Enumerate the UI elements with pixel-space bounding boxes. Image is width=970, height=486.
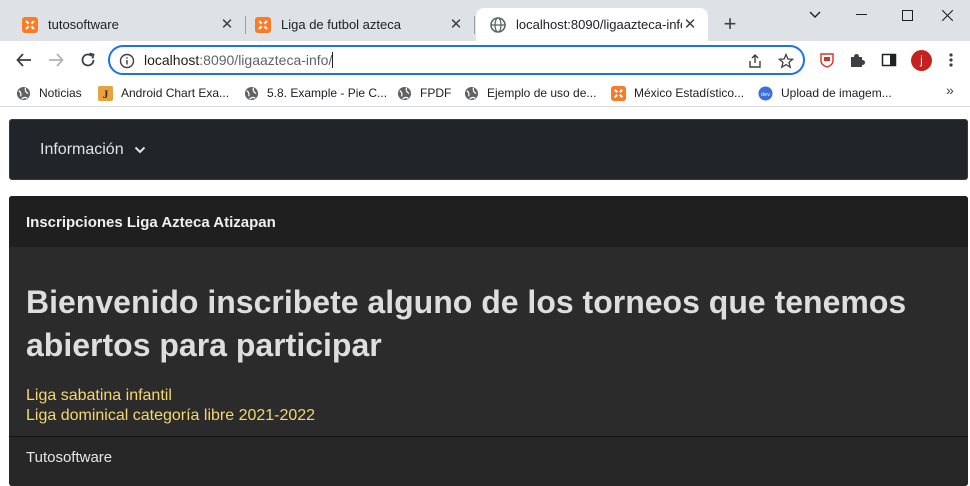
address-url[interactable]: localhost:8090/ligaazteca-info/ xyxy=(144,52,334,68)
globe-icon xyxy=(244,86,258,100)
welcome-heading: Bienvenido inscribete alguno de los torn… xyxy=(26,284,907,363)
side-panel-icon[interactable] xyxy=(879,50,899,70)
chevron-down-icon xyxy=(809,11,821,18)
extensions-puzzle-icon[interactable] xyxy=(847,50,867,70)
j-logo-icon: J xyxy=(97,85,113,101)
registration-card: Inscripciones Liga Azteca Atizapan Bienv… xyxy=(9,196,968,486)
arrow-left-icon xyxy=(16,53,31,67)
bookmark-pie-chart[interactable]: 5.8. Example - Pie C... xyxy=(243,83,387,103)
minimize-button[interactable] xyxy=(838,0,884,30)
bookmark-android-chart[interactable]: J Android Chart Exa... xyxy=(97,83,229,103)
footer-text: Tutosoftware xyxy=(26,449,113,466)
tab-tutosoftware[interactable]: tutosoftware ✕ xyxy=(8,8,246,41)
xampp-icon xyxy=(610,85,626,101)
address-bar[interactable]: localhost:8090/ligaazteca-info/ xyxy=(108,45,805,75)
bookmark-mexico-estadistico[interactable]: México Estadístico... xyxy=(610,83,744,103)
url-path: :8090/ligaazteca-info/ xyxy=(199,52,333,68)
back-button[interactable] xyxy=(10,46,38,74)
tab-strip: tutosoftware ✕ Liga de futbol azteca ✕ l… xyxy=(0,0,970,41)
globe-icon xyxy=(397,86,411,100)
league-link-sabatina[interactable]: Liga sabatina infantil xyxy=(26,387,172,405)
tab-title: Liga de futbol azteca xyxy=(281,17,401,32)
bookmark-fpdf[interactable]: FPDF xyxy=(396,83,451,103)
chevron-down-icon xyxy=(134,146,145,154)
globe-icon xyxy=(490,16,506,33)
bookmark-label: Ejemplo de uso de... xyxy=(487,86,597,100)
more-bookmarks-icon[interactable]: » xyxy=(946,82,954,98)
close-tab-icon[interactable]: ✕ xyxy=(448,16,464,33)
minimize-icon xyxy=(855,14,867,15)
bookmark-label: Upload de imagem... xyxy=(781,86,892,100)
info-icon[interactable] xyxy=(118,52,136,70)
more-menu-icon[interactable] xyxy=(941,50,961,70)
tab-liga-futbol[interactable]: Liga de futbol azteca ✕ xyxy=(241,8,475,41)
page-content: Información Inscripciones Liga Azteca At… xyxy=(0,108,970,486)
star-icon[interactable] xyxy=(777,52,795,70)
new-tab-button[interactable]: + xyxy=(718,12,742,36)
bookmark-label: 5.8. Example - Pie C... xyxy=(267,86,388,100)
bookmarks-bar: Noticias J Android Chart Exa... 5.8. Exa… xyxy=(0,79,970,107)
card-header: Inscripciones Liga Azteca Atizapan xyxy=(9,196,968,247)
reload-button[interactable] xyxy=(74,46,102,74)
card-body: Bienvenido inscribete alguno de los torn… xyxy=(9,247,968,437)
bookmark-ejemplo[interactable]: Ejemplo de uso de... xyxy=(463,83,596,103)
xampp-icon xyxy=(255,16,271,33)
bookmark-noticias[interactable]: Noticias xyxy=(15,83,82,103)
bookmark-label: FPDF xyxy=(420,86,452,100)
tab-title: localhost:8090/ligaazteca-info/ xyxy=(516,17,682,32)
xampp-icon xyxy=(22,16,38,33)
card-footer: Tutosoftware xyxy=(9,436,968,486)
shield-extension-icon[interactable] xyxy=(817,50,837,70)
dropdown-label: Información xyxy=(40,141,124,158)
close-window-button[interactable] xyxy=(924,0,970,30)
url-host: localhost xyxy=(144,52,200,68)
browser-toolbar: localhost:8090/ligaazteca-info/ j xyxy=(0,41,970,79)
tab-localhost[interactable]: localhost:8090/ligaazteca-info/ ✕ xyxy=(476,8,708,41)
close-icon xyxy=(941,9,953,21)
tab-title: tutosoftware xyxy=(48,17,119,32)
profile-avatar[interactable]: j xyxy=(911,50,932,71)
bookmark-label: Android Chart Exa... xyxy=(121,86,230,100)
tab-search-button[interactable] xyxy=(792,0,838,30)
league-link-dominical[interactable]: Liga dominical categoría libre 2021-2022 xyxy=(26,407,315,425)
card-header-title: Inscripciones Liga Azteca Atizapan xyxy=(26,214,276,231)
reload-icon xyxy=(81,52,95,67)
share-icon[interactable] xyxy=(746,52,764,70)
maximize-icon xyxy=(901,9,913,21)
bookmark-label: Noticias xyxy=(39,86,82,100)
bookmark-upload-imagem[interactable]: dev Upload de imagem... xyxy=(757,83,892,103)
arrow-right-icon xyxy=(49,53,64,67)
site-navbar: Información xyxy=(9,119,968,180)
globe-icon xyxy=(464,86,478,100)
informacion-dropdown[interactable]: Información xyxy=(40,141,146,159)
svg-text:dev: dev xyxy=(760,91,769,97)
globe-icon xyxy=(16,86,30,100)
bookmark-label: México Estadístico... xyxy=(634,86,745,100)
forward-button[interactable] xyxy=(42,46,70,74)
close-tab-icon[interactable]: ✕ xyxy=(682,16,698,33)
dev-logo-icon: dev xyxy=(757,85,773,101)
svg-text:J: J xyxy=(102,89,108,101)
close-tab-icon[interactable]: ✕ xyxy=(219,16,235,33)
